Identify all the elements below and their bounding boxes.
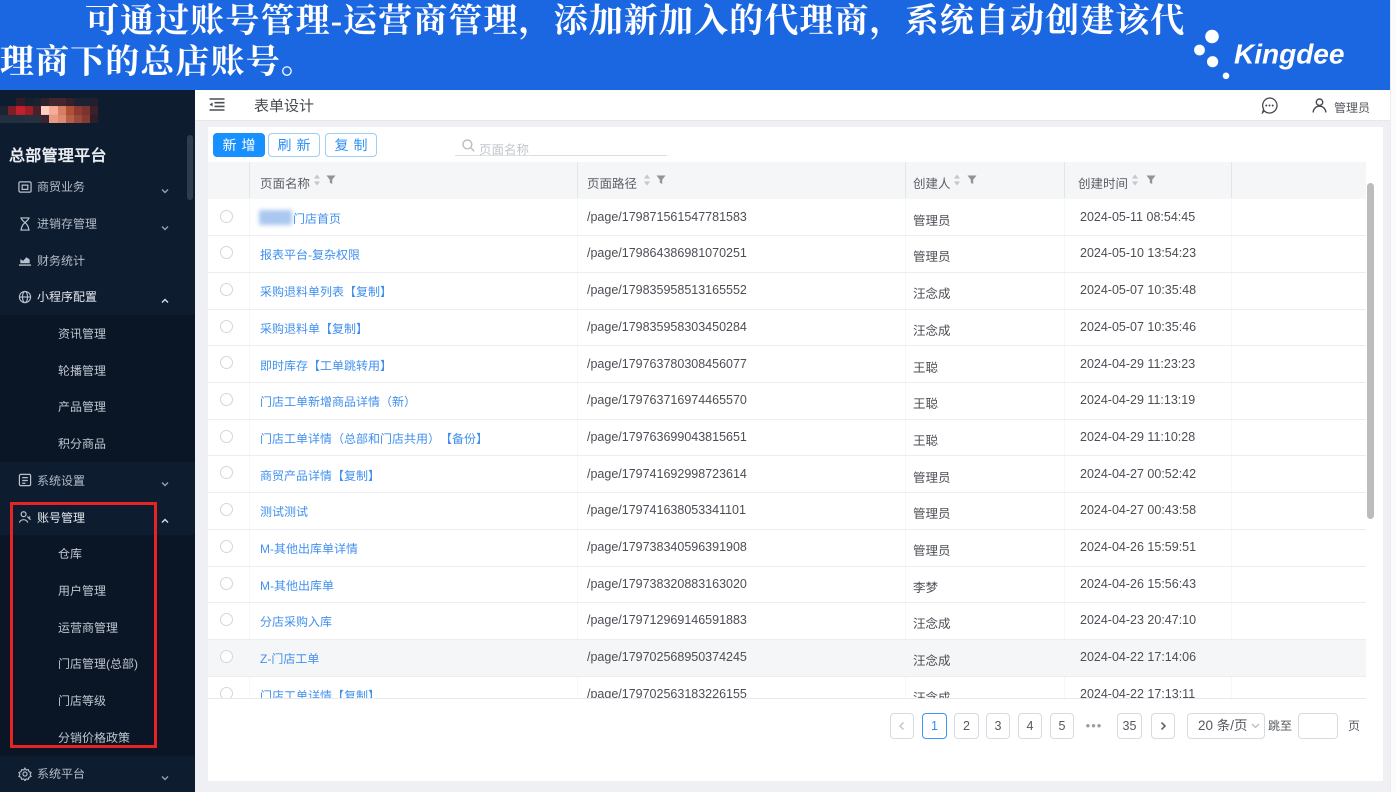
svg-text:Kingdee: Kingdee (1234, 39, 1344, 70)
